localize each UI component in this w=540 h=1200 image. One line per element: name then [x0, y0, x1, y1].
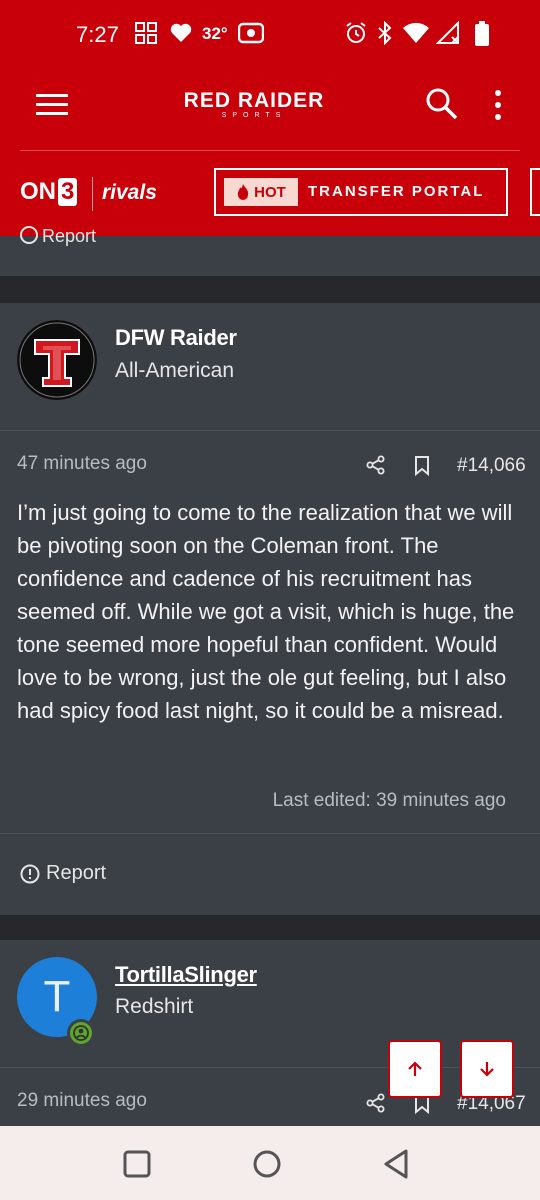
post-footer-divider [0, 833, 540, 834]
post-timestamp[interactable]: 29 minutes ago [17, 1090, 147, 1112]
post-author-rank: All-American [115, 359, 235, 382]
on3-logo[interactable]: ON 3 [20, 178, 78, 206]
hamburger-icon [36, 94, 68, 115]
arrow-down-icon [480, 1062, 494, 1077]
arrow-up-icon [408, 1061, 422, 1076]
more-vertical-icon [495, 90, 501, 120]
transfer-portal-button[interactable]: HOT TRANSFER PORTAL [214, 168, 508, 216]
post-timestamp[interactable]: 47 minutes ago [17, 453, 147, 475]
post-gap [0, 915, 540, 940]
report-label: Report [46, 862, 107, 884]
header-separator [20, 150, 520, 151]
hot-badge: HOT [224, 178, 298, 206]
search-button[interactable] [424, 86, 460, 122]
system-nav-bar [0, 1126, 540, 1200]
post-number[interactable]: #14,066 [457, 455, 526, 477]
battery-icon [475, 21, 489, 46]
recents-icon[interactable] [123, 1150, 151, 1178]
logo-main-text: RED RAIDER [183, 89, 325, 112]
avatar-letter: T [43, 972, 71, 1021]
heart-icon [170, 23, 192, 42]
site-logo[interactable]: RED RAIDER SPORTS [180, 90, 328, 120]
logo-divider [92, 177, 93, 211]
logo-sub-text: SPORTS [221, 112, 287, 119]
share-icon[interactable] [366, 1093, 386, 1113]
post-divider [0, 430, 540, 431]
screen-record-icon [238, 22, 264, 44]
report-link[interactable]: Report [20, 862, 106, 885]
flame-icon [237, 184, 249, 200]
avatar[interactable] [17, 320, 97, 400]
grid-apps-icon [135, 22, 157, 44]
more-options-button[interactable] [488, 88, 508, 122]
hot-label: HOT [254, 183, 286, 201]
status-time: 7:27 [76, 22, 119, 47]
previous-report-link[interactable]: Report [20, 226, 96, 247]
transfer-portal-label: TRANSFER PORTAL [308, 183, 485, 200]
status-temperature: 32° [202, 24, 228, 43]
back-icon[interactable] [382, 1148, 410, 1180]
alarm-icon [346, 22, 366, 43]
report-label: Report [42, 226, 97, 246]
post-author[interactable]: TortillaSlinger [115, 962, 257, 988]
rivals-logo[interactable]: rivals [102, 181, 157, 205]
post-author-rank: Redshirt [115, 995, 194, 1018]
next-nav-pill[interactable] [530, 168, 540, 216]
scroll-down-button[interactable] [460, 1040, 514, 1098]
bookmark-icon[interactable] [414, 456, 430, 476]
report-icon [20, 226, 38, 244]
scroll-up-button[interactable] [388, 1040, 442, 1098]
menu-button[interactable] [36, 92, 70, 118]
on3-text: ON [20, 178, 56, 205]
cell-signal-icon [436, 21, 459, 44]
share-icon[interactable] [366, 455, 386, 475]
post-author[interactable]: DFW Raider [115, 325, 237, 351]
post-gap [0, 276, 540, 303]
post-divider [0, 1067, 540, 1068]
last-edited: Last edited: 39 minutes ago [272, 790, 506, 811]
online-status-icon [67, 1019, 95, 1047]
status-bar: 7:27 32° [0, 0, 540, 60]
alert-circle-icon [20, 864, 40, 883]
wifi-icon [403, 22, 429, 43]
bluetooth-icon [378, 21, 392, 45]
search-icon [426, 88, 458, 120]
on3-number: 3 [58, 178, 78, 206]
home-icon[interactable] [252, 1149, 282, 1179]
post-body: I’m just going to come to the realizatio… [17, 500, 515, 723]
